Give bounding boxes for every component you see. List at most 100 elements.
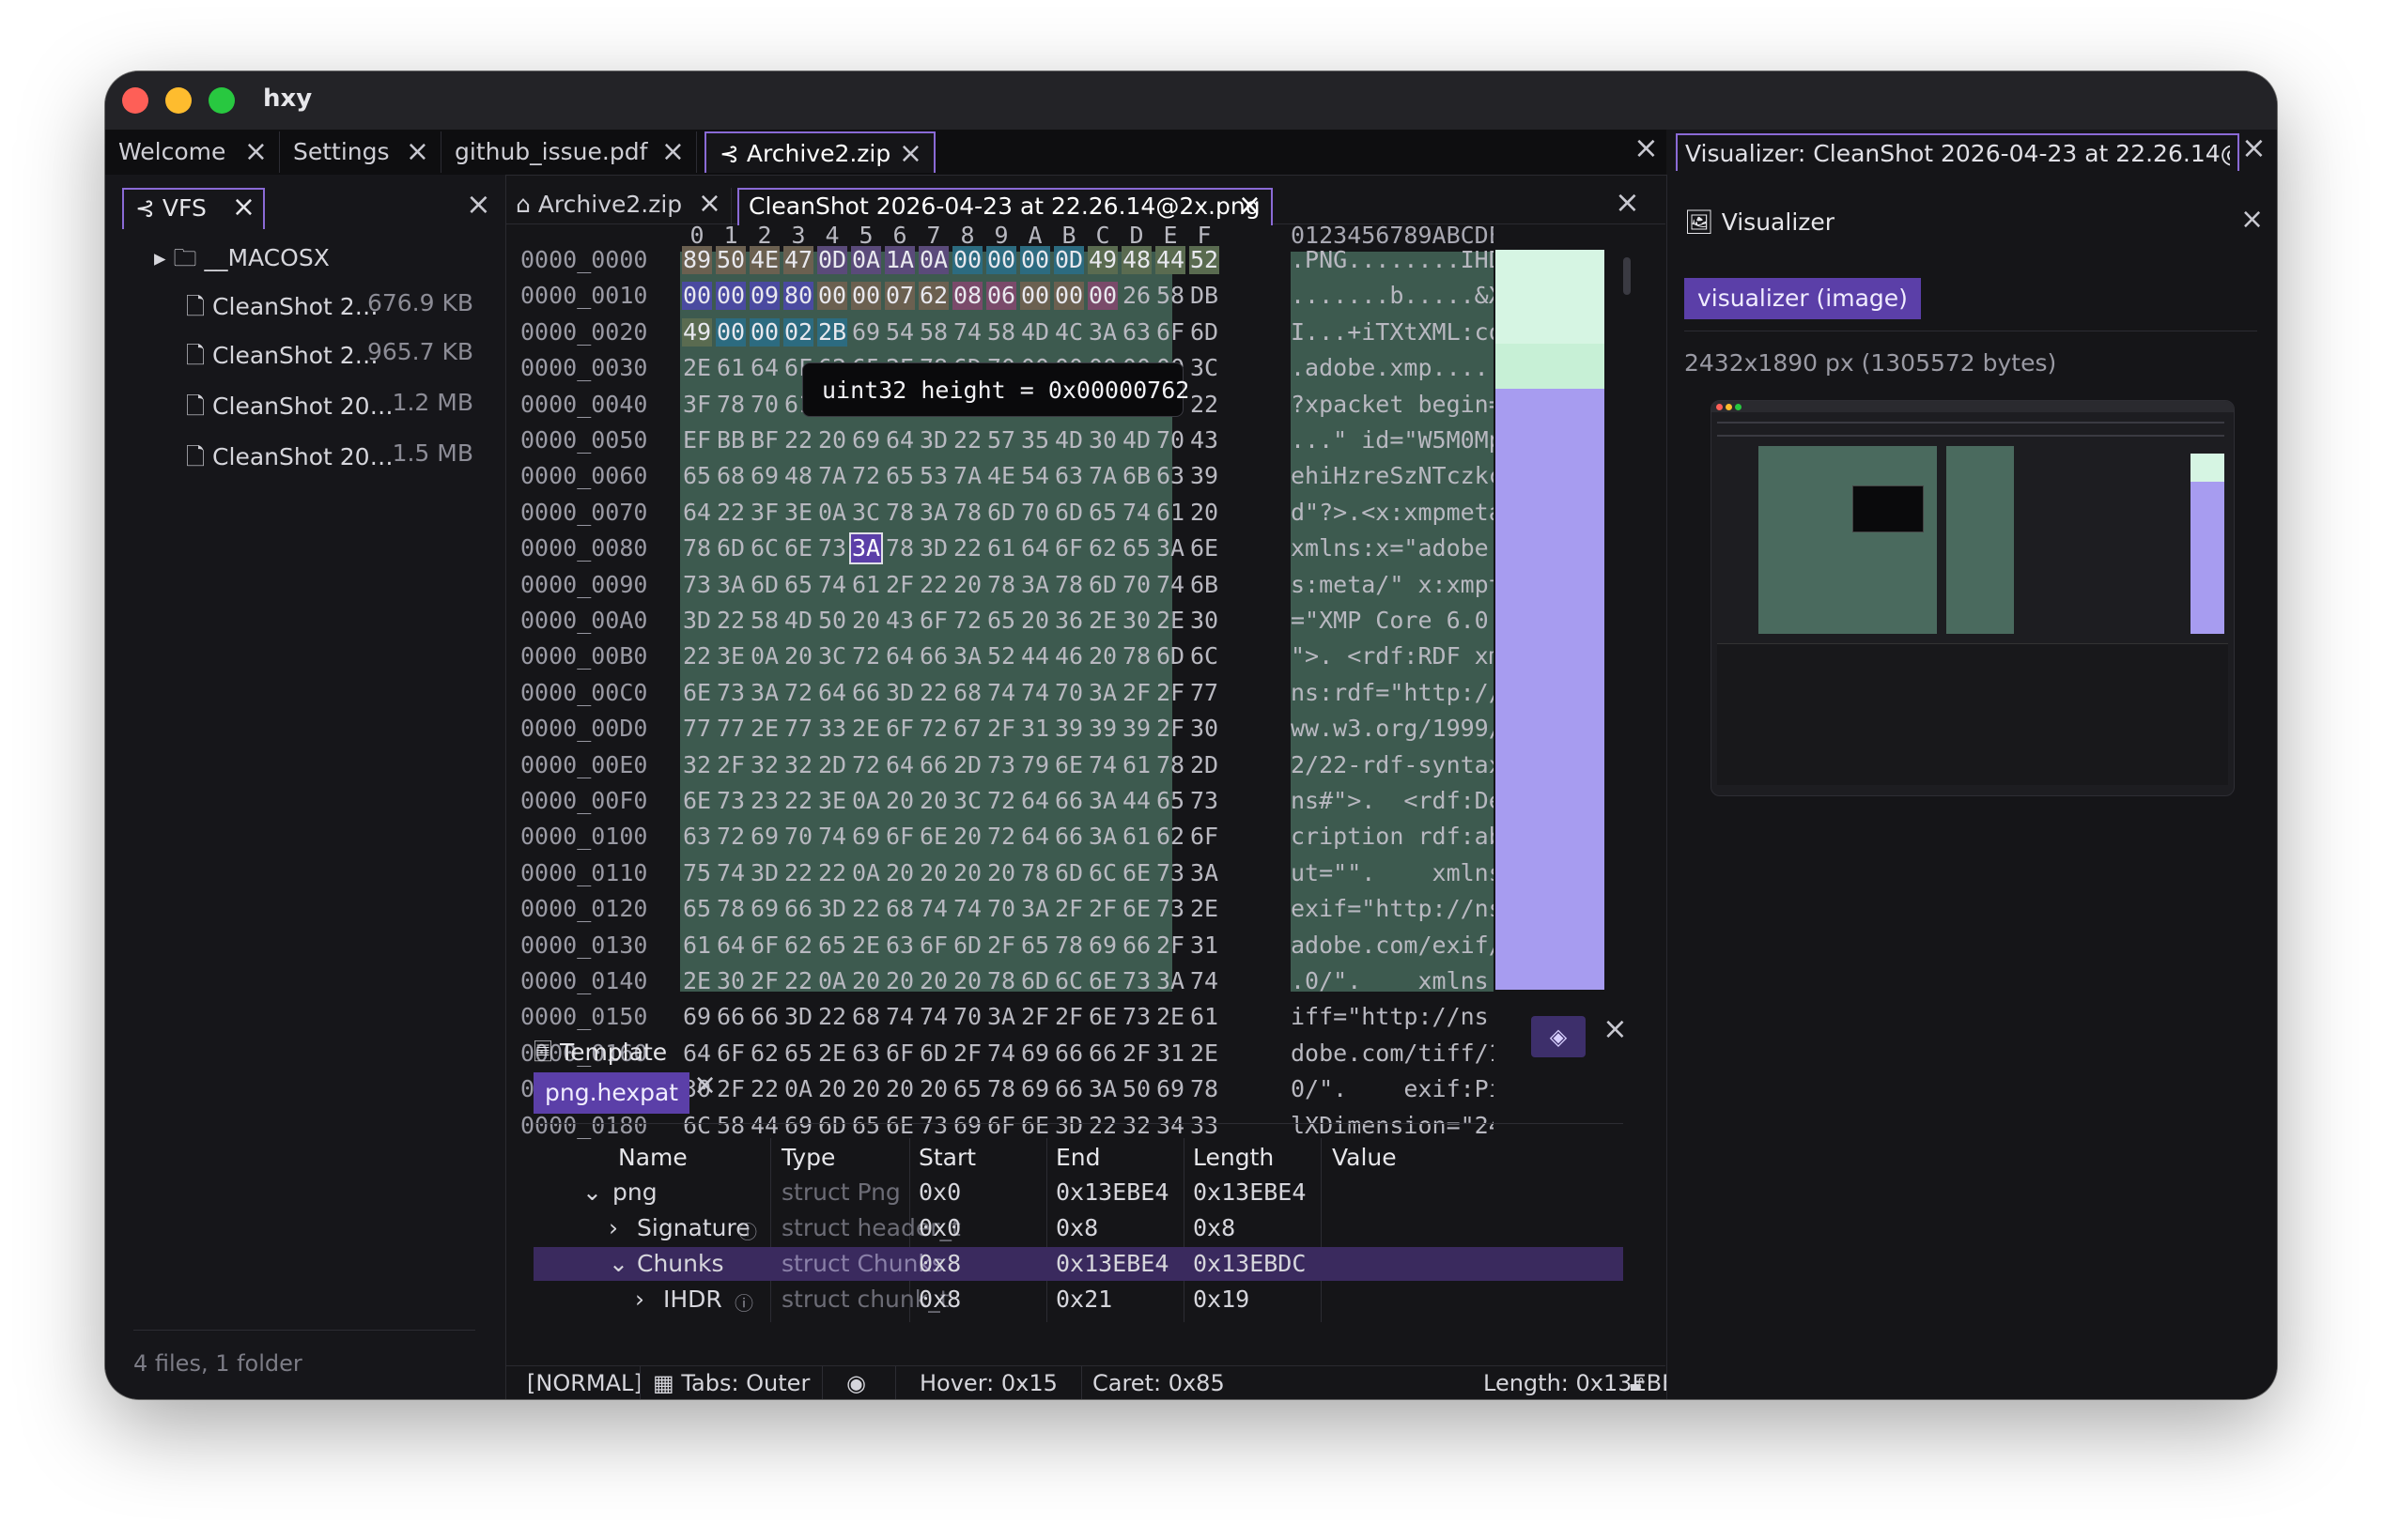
- hex-byte[interactable]: 78: [716, 895, 746, 923]
- hex-byte[interactable]: 66: [851, 679, 881, 707]
- hex-byte[interactable]: 22: [952, 534, 983, 562]
- hex-byte[interactable]: 20: [919, 787, 949, 815]
- hex-byte[interactable]: 69: [952, 1112, 983, 1140]
- hex-byte[interactable]: 73: [1122, 1003, 1152, 1031]
- eye-icon[interactable]: ◉: [846, 1370, 866, 1396]
- hex-byte[interactable]: 72: [851, 751, 881, 779]
- hex-byte[interactable]: 52: [986, 642, 1016, 670]
- hex-byte[interactable]: 62: [783, 932, 813, 960]
- hex-byte[interactable]: 0A: [919, 246, 949, 274]
- hex-byte[interactable]: 3D: [919, 534, 949, 562]
- hex-byte[interactable]: 78: [1122, 642, 1152, 670]
- hex-byte[interactable]: 66: [1054, 787, 1084, 815]
- hex-byte[interactable]: 00: [716, 282, 746, 311]
- ascii-row[interactable]: .0/". xmlns:: [1291, 967, 1494, 994]
- hex-byte[interactable]: 2E: [1088, 607, 1118, 635]
- hex-byte[interactable]: 4C: [1054, 318, 1084, 346]
- hex-byte[interactable]: 20: [817, 426, 847, 454]
- hex-byte[interactable]: 78: [986, 1075, 1016, 1103]
- hex-byte[interactable]: 39: [1189, 462, 1219, 490]
- hex-byte[interactable]: 78: [1155, 751, 1185, 779]
- hex-byte[interactable]: 70: [1054, 679, 1084, 707]
- ascii-row[interactable]: exif="http://ns: [1291, 895, 1494, 922]
- hex-byte[interactable]: 22: [1088, 1112, 1118, 1140]
- hex-byte[interactable]: 20: [1088, 642, 1118, 670]
- hex-byte[interactable]: 69: [1020, 1075, 1050, 1103]
- hex-byte[interactable]: 3A: [1088, 823, 1118, 851]
- hex-byte[interactable]: 2F: [1155, 932, 1185, 960]
- hex-byte[interactable]: 0A: [817, 499, 847, 527]
- hex-byte[interactable]: 20: [817, 1075, 847, 1103]
- hex-byte[interactable]: 61: [682, 932, 712, 960]
- hex-byte[interactable]: 58: [750, 607, 780, 635]
- hex-byte[interactable]: 48: [783, 462, 813, 490]
- hex-byte[interactable]: 3A: [986, 1003, 1016, 1031]
- hex-byte[interactable]: 3D: [817, 895, 847, 923]
- hex-byte[interactable]: 72: [851, 642, 881, 670]
- hex-byte[interactable]: 6E: [885, 1112, 915, 1140]
- hex-byte[interactable]: 20: [952, 823, 983, 851]
- hex-byte[interactable]: 22: [716, 499, 746, 527]
- hex-byte[interactable]: 73: [682, 571, 712, 599]
- hex-byte[interactable]: 6D: [1189, 318, 1219, 346]
- hex-byte[interactable]: 3D: [885, 679, 915, 707]
- column-header-name[interactable]: Name: [618, 1144, 688, 1171]
- hex-byte[interactable]: 2E: [1155, 607, 1185, 635]
- hex-byte[interactable]: 20: [1189, 499, 1219, 527]
- hex-byte[interactable]: 4D: [783, 607, 813, 635]
- hex-byte[interactable]: 6F: [1189, 823, 1219, 851]
- hex-byte[interactable]: 20: [851, 607, 881, 635]
- hex-byte[interactable]: 3A: [1088, 679, 1118, 707]
- hex-byte[interactable]: 20: [952, 967, 983, 995]
- hex-byte[interactable]: 30: [716, 967, 746, 995]
- hex-byte[interactable]: 20: [851, 1075, 881, 1103]
- tab-visualizer-panel[interactable]: Visualizer: CleanShot 2026-04-23 at 22.2…: [1676, 133, 2239, 171]
- hex-byte[interactable]: 68: [952, 679, 983, 707]
- pattern-tab[interactable]: png.hexpat: [534, 1072, 690, 1114]
- hex-byte[interactable]: 6E: [1122, 895, 1152, 923]
- hex-byte[interactable]: 62: [1088, 534, 1118, 562]
- hex-byte[interactable]: 69: [851, 426, 881, 454]
- hex-byte[interactable]: 2B: [817, 317, 847, 346]
- tab-settings[interactable]: Settings ×: [280, 131, 441, 173]
- hex-byte[interactable]: 70: [1122, 571, 1152, 599]
- hex-byte[interactable]: 78: [952, 499, 983, 527]
- hex-byte[interactable]: 22: [783, 859, 813, 887]
- hex-byte[interactable]: 6D: [919, 1040, 949, 1068]
- hex-byte[interactable]: 65: [817, 932, 847, 960]
- hex-row[interactable]: 6E 73 3A 72 64 66 3D 22 68 74 74 70 3A 2F 2F 77: [682, 679, 1223, 707]
- hex-byte[interactable]: 30: [1189, 607, 1219, 635]
- hex-byte[interactable]: 62: [1155, 823, 1185, 851]
- hex-byte[interactable]: 00: [986, 246, 1016, 274]
- hex-byte[interactable]: 62: [750, 1040, 780, 1068]
- hex-byte[interactable]: 3D: [1054, 1112, 1084, 1140]
- hex-byte[interactable]: 6C: [682, 1112, 712, 1140]
- info-icon[interactable]: ⓘ: [735, 1288, 753, 1316]
- hex-byte[interactable]: 20: [986, 859, 1016, 887]
- hex-byte[interactable]: 3C: [851, 499, 881, 527]
- hex-byte[interactable]: 00: [1088, 282, 1118, 311]
- hex-byte[interactable]: 78: [885, 499, 915, 527]
- close-icon[interactable]: ×: [232, 191, 255, 223]
- visualizer-type-badge[interactable]: visualizer (image): [1684, 278, 1921, 319]
- hex-byte[interactable]: 2E: [1189, 1040, 1219, 1068]
- ascii-row[interactable]: adobe.com/exif/: [1291, 932, 1494, 959]
- hex-byte[interactable]: 2F: [986, 932, 1016, 960]
- hex-byte[interactable]: 39: [1088, 715, 1118, 743]
- ascii-row[interactable]: 0/". exif:Pi: [1291, 1075, 1494, 1102]
- hex-byte[interactable]: 22: [783, 787, 813, 815]
- hex-byte[interactable]: 65: [952, 1075, 983, 1103]
- hex-byte[interactable]: 6E: [1189, 534, 1219, 562]
- hex-byte[interactable]: 22: [851, 895, 881, 923]
- hex-row[interactable]: 75 74 3D 22 22 0A 20 20 20 20 78 6D 6C 6E 73 3A: [682, 859, 1223, 887]
- hex-byte[interactable]: 50: [817, 607, 847, 635]
- hex-byte[interactable]: 2F: [952, 1040, 983, 1068]
- hex-byte[interactable]: 2F: [1088, 895, 1118, 923]
- hex-byte[interactable]: DB: [1189, 282, 1219, 310]
- hex-byte[interactable]: 20: [919, 859, 949, 887]
- hex-byte[interactable]: 32: [750, 751, 780, 779]
- hex-byte[interactable]: 58: [1155, 282, 1185, 310]
- hex-byte[interactable]: 00: [750, 317, 780, 346]
- hex-byte[interactable]: 65: [1088, 499, 1118, 527]
- tab-vfs[interactable]: ⊰ VFS ×: [122, 188, 265, 229]
